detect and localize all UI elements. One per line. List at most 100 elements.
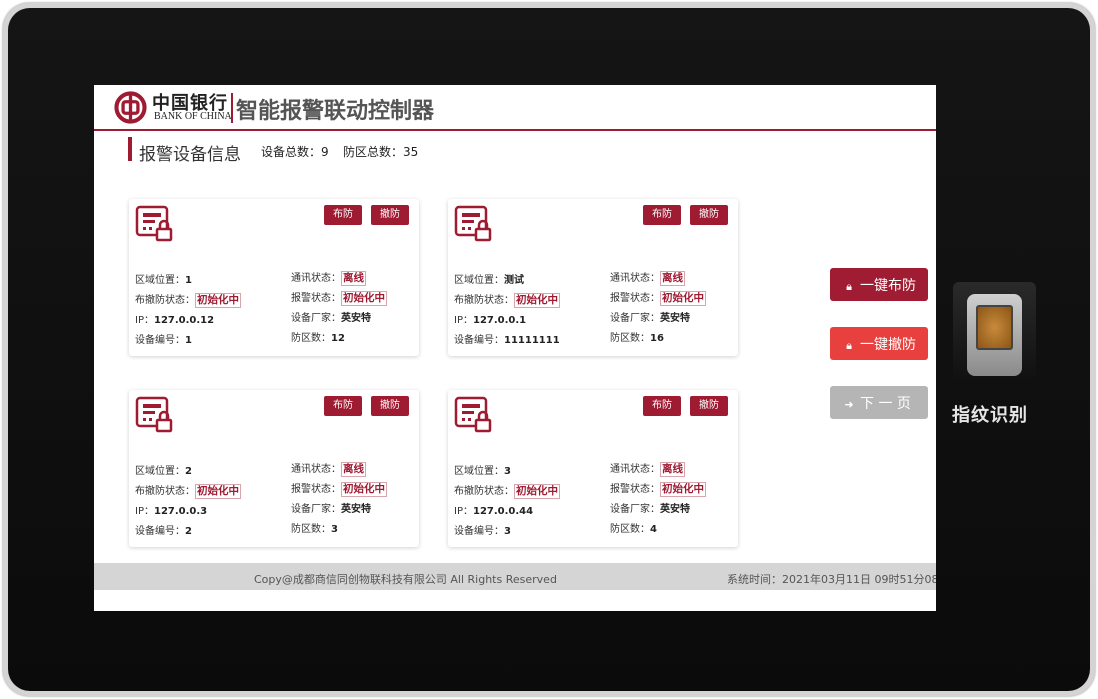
ip-value: 127.0.0.3 xyxy=(153,506,208,517)
ip-field: IP：127.0.0.12 xyxy=(135,315,215,326)
zone-count-value: 3 xyxy=(331,524,338,535)
comm-status-field: 通讯状态： 离线 xyxy=(291,462,366,477)
comm-status-field: 通讯状态： 离线 xyxy=(610,271,685,286)
alarm-status-badge: 初始化中 xyxy=(341,291,387,306)
area-value: 3 xyxy=(504,466,511,477)
comm-status-field: 通讯状态： 离线 xyxy=(610,462,685,477)
arm-status-badge: 初始化中 xyxy=(514,484,560,499)
zone-count-field: 防区数：12 xyxy=(291,333,345,344)
alarm-status-badge: 初始化中 xyxy=(341,482,387,497)
alarm-status-field: 报警状态： 初始化中 xyxy=(291,291,387,306)
zone-count-field: 防区数：16 xyxy=(610,333,664,344)
fingerprint-reader[interactable] xyxy=(953,282,1036,385)
disarm-button[interactable]: 撤防 xyxy=(690,396,728,416)
app-header: 中国银行 BANK OF CHINA 智能报警联动控制器 xyxy=(94,85,936,131)
area-value: 2 xyxy=(185,466,192,477)
zone-count-value: 16 xyxy=(650,333,664,344)
app-title: 智能报警联动控制器 xyxy=(236,99,435,124)
device-no-value: 11111111 xyxy=(504,335,560,346)
device-lock-icon xyxy=(454,205,492,242)
area-field: 区域位置：测试 xyxy=(454,275,524,286)
section-title: 报警设备信息 xyxy=(139,145,241,165)
device-card: 布防 撤防 区域位置：测试 布撤防状态： 初始化中 IP：127.0.0.1 设备… xyxy=(448,199,738,356)
alarm-status-field: 报警状态： 初始化中 xyxy=(610,482,706,497)
arm-status-field: 布撤防状态： 初始化中 xyxy=(135,293,241,308)
lock-icon: 🔒︎ xyxy=(846,338,852,352)
disarm-button[interactable]: 撤防 xyxy=(690,205,728,225)
copyright: Copy@成都商信同创物联科技有限公司 All Rights Reserved xyxy=(254,573,557,586)
vendor-field: 设备厂家：英安特 xyxy=(291,504,371,515)
fingerprint-sensor-icon xyxy=(976,305,1013,350)
area-value: 1 xyxy=(185,275,192,286)
comm-status-badge: 离线 xyxy=(660,462,685,477)
comm-status-badge: 离线 xyxy=(660,271,685,286)
arrow-right-circle-icon: ➜ xyxy=(844,397,854,411)
comm-status-badge: 离线 xyxy=(341,271,366,286)
area-field: 区域位置：3 xyxy=(454,466,511,477)
alarm-status-badge: 初始化中 xyxy=(660,482,706,497)
zone-count-value: 12 xyxy=(331,333,345,344)
ip-value: 127.0.0.44 xyxy=(472,506,534,517)
fingerprint-housing xyxy=(967,294,1022,376)
vendor-field: 设备厂家：英安特 xyxy=(610,313,690,324)
arm-status-badge: 初始化中 xyxy=(195,293,241,308)
arm-status-badge: 初始化中 xyxy=(514,293,560,308)
alarm-status-field: 报警状态： 初始化中 xyxy=(291,482,387,497)
vendor-value: 英安特 xyxy=(660,504,690,515)
device-no-value: 2 xyxy=(185,526,192,537)
vendor-value: 英安特 xyxy=(341,504,371,515)
ip-field: IP：127.0.0.44 xyxy=(454,506,534,517)
disarm-all-label: 一键撤防 xyxy=(860,336,916,353)
device-no-field: 设备编号：2 xyxy=(135,526,192,537)
next-page-button[interactable]: ➜ 下 一 页 xyxy=(830,386,928,419)
alarm-status-field: 报警状态： 初始化中 xyxy=(610,291,706,306)
device-lock-icon xyxy=(135,205,173,242)
comm-status-field: 通讯状态： 离线 xyxy=(291,271,366,286)
footer: Copy@成都商信同创物联科技有限公司 All Rights Reserved … xyxy=(94,563,936,590)
device-card: 布防 撤防 区域位置：2 布撤防状态： 初始化中 IP：127.0.0.3 设备编… xyxy=(129,390,419,547)
comm-status-badge: 离线 xyxy=(341,462,366,477)
disarm-all-button[interactable]: 🔒︎ 一键撤防 xyxy=(830,327,928,360)
disarm-button[interactable]: 撤防 xyxy=(371,205,409,225)
device-no-field: 设备编号：1 xyxy=(135,335,192,346)
disarm-button[interactable]: 撤防 xyxy=(371,396,409,416)
screen: 中国银行 BANK OF CHINA 智能报警联动控制器 报警设备信息 设备总数… xyxy=(94,85,936,611)
vendor-value: 英安特 xyxy=(660,313,690,324)
ip-value: 127.0.0.12 xyxy=(153,315,215,326)
device-no-field: 设备编号：3 xyxy=(454,526,511,537)
device-no-field: 设备编号：11111111 xyxy=(454,335,560,346)
area-value: 测试 xyxy=(504,275,524,286)
device-card: 布防 撤防 区域位置：1 布撤防状态： 初始化中 IP：127.0.0.12 设备… xyxy=(129,199,419,356)
device-no-value: 3 xyxy=(504,526,511,537)
arm-button[interactable]: 布防 xyxy=(643,396,681,416)
ip-value: 127.0.0.1 xyxy=(472,315,527,326)
arm-button[interactable]: 布防 xyxy=(643,205,681,225)
arm-status-field: 布撤防状态： 初始化中 xyxy=(135,484,241,499)
zone-count-field: 防区数：3 xyxy=(291,524,338,535)
fingerprint-label: 指纹识别 xyxy=(952,405,1028,426)
arm-button[interactable]: 布防 xyxy=(324,396,362,416)
bank-name-en: BANK OF CHINA xyxy=(154,111,232,122)
vendor-value: 英安特 xyxy=(341,313,371,324)
device-lock-icon xyxy=(454,396,492,433)
alarm-status-badge: 初始化中 xyxy=(660,291,706,306)
section-accent-bar xyxy=(128,137,132,161)
ip-field: IP：127.0.0.3 xyxy=(135,506,208,517)
area-field: 区域位置：1 xyxy=(135,275,192,286)
system-time: 系统时间：2021年03月11日 09时51分08 xyxy=(727,573,936,586)
zone-total: 防区总数：35 xyxy=(343,145,419,159)
arm-status-field: 布撤防状态： 初始化中 xyxy=(454,293,560,308)
arm-all-button[interactable]: 🔒︎ 一键布防 xyxy=(830,268,928,301)
zone-count-field: 防区数：4 xyxy=(610,524,657,535)
zone-count-value: 4 xyxy=(650,524,657,535)
next-page-label: 下 一 页 xyxy=(860,395,911,412)
arm-status-badge: 初始化中 xyxy=(195,484,241,499)
arm-status-field: 布撤防状态： 初始化中 xyxy=(454,484,560,499)
vendor-field: 设备厂家：英安特 xyxy=(610,504,690,515)
logo-divider xyxy=(231,93,233,123)
arm-all-label: 一键布防 xyxy=(860,277,916,294)
device-lock-icon xyxy=(135,396,173,433)
lock-icon: 🔒︎ xyxy=(846,279,852,293)
ip-field: IP：127.0.0.1 xyxy=(454,315,527,326)
arm-button[interactable]: 布防 xyxy=(324,205,362,225)
